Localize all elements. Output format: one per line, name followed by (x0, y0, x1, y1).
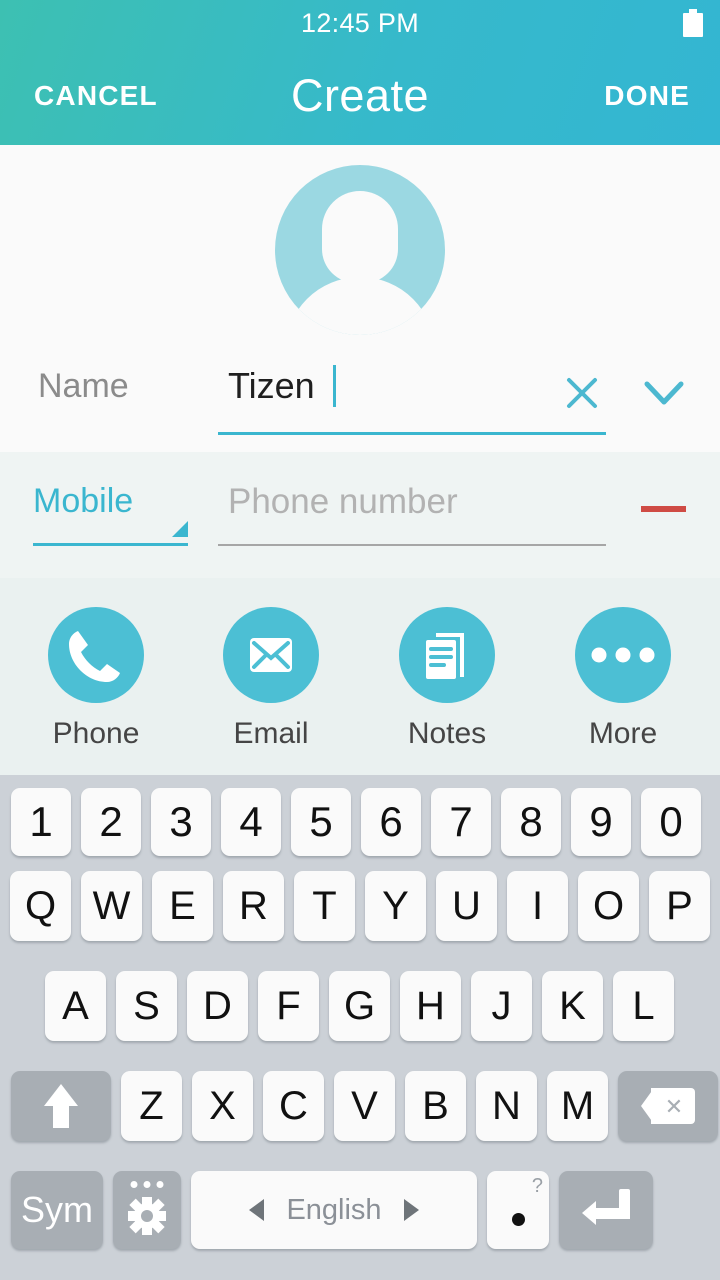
keyboard-row-home: A S D F G H J K L (0, 971, 720, 1041)
phone-number-input[interactable]: Phone number (218, 482, 606, 546)
text-caret (333, 365, 336, 407)
key-2[interactable]: 2 (81, 788, 141, 856)
notes-document-icon (399, 607, 495, 703)
key-0[interactable]: 0 (641, 788, 701, 856)
key-p[interactable]: P (649, 871, 710, 941)
phone-field-section: Mobile Phone number (0, 452, 720, 578)
remove-minus-icon[interactable] (641, 506, 686, 512)
key-8[interactable]: 8 (501, 788, 561, 856)
name-field-label: Name (38, 367, 129, 405)
key-x[interactable]: X (192, 1071, 253, 1141)
phone-number-placeholder: Phone number (228, 482, 458, 521)
enter-return-icon[interactable] (559, 1171, 653, 1249)
key-1[interactable]: 1 (11, 788, 71, 856)
key-6[interactable]: 6 (361, 788, 421, 856)
key-i[interactable]: I (507, 871, 568, 941)
key-m[interactable]: M (547, 1071, 608, 1141)
key-3[interactable]: 3 (151, 788, 211, 856)
next-language-arrow-icon[interactable] (403, 1199, 419, 1221)
name-input-value: Tizen (228, 365, 315, 406)
key-t[interactable]: T (294, 871, 355, 941)
add-field-actions: Phone Email Notes More (0, 578, 720, 775)
phone-type-dropdown[interactable]: Mobile (33, 482, 188, 546)
more-dots-icon (575, 607, 671, 703)
more-fields-button[interactable]: More (548, 607, 698, 751)
keyboard-row-numbers: 1 2 3 4 5 6 7 8 9 0 (0, 788, 720, 856)
key-k[interactable]: K (542, 971, 603, 1041)
key-5[interactable]: 5 (291, 788, 351, 856)
default-contact-avatar-icon[interactable] (275, 165, 445, 335)
more-fields-label: More (588, 717, 658, 750)
key-7[interactable]: 7 (431, 788, 491, 856)
key-v[interactable]: V (334, 1071, 395, 1141)
key-q[interactable]: Q (10, 871, 71, 941)
clear-x-icon[interactable] (562, 373, 602, 413)
key-l[interactable]: L (613, 971, 674, 1041)
phone-handset-icon (48, 607, 144, 703)
phone-type-label: Mobile (33, 482, 134, 520)
shift-arrow-up-icon[interactable] (11, 1071, 111, 1141)
key-f[interactable]: F (258, 971, 319, 1041)
key-e[interactable]: E (152, 871, 213, 941)
key-g[interactable]: G (329, 971, 390, 1041)
key-9[interactable]: 9 (571, 788, 631, 856)
space-language-label: English (286, 1193, 382, 1226)
keyboard-settings-gear-icon[interactable] (113, 1171, 181, 1249)
prev-language-arrow-icon[interactable] (249, 1199, 265, 1221)
keyboard-row-qwerty: Q W E R T Y U I O P (0, 871, 720, 941)
key-a[interactable]: A (45, 971, 106, 1041)
add-email-label: Email (233, 717, 309, 750)
envelope-icon (223, 607, 319, 703)
add-phone-label: Phone (52, 717, 140, 750)
key-b[interactable]: B (405, 1071, 466, 1141)
status-bar: 12:45 PM (0, 0, 720, 46)
app-header: 12:45 PM CANCEL Create DONE (0, 0, 720, 145)
key-o[interactable]: O (578, 871, 639, 941)
key-w[interactable]: W (81, 871, 142, 941)
key-c[interactable]: C (263, 1071, 324, 1141)
dropdown-caret-icon (172, 521, 188, 537)
contact-identity-section: Name Tizen (0, 145, 720, 452)
key-d[interactable]: D (187, 971, 248, 1041)
key-n[interactable]: N (476, 1071, 537, 1141)
key-y[interactable]: Y (365, 871, 426, 941)
battery-full-icon (683, 9, 703, 37)
name-input[interactable]: Tizen (218, 357, 606, 435)
key-4[interactable]: 4 (221, 788, 281, 856)
add-notes-label: Notes (407, 717, 487, 750)
done-button[interactable]: DONE (604, 80, 690, 112)
backspace-icon[interactable]: ✕ (618, 1071, 718, 1141)
key-h[interactable]: H (400, 971, 461, 1041)
key-u[interactable]: U (436, 871, 497, 941)
key-s[interactable]: S (116, 971, 177, 1041)
keyboard-row-bottom-letters: Z X C V B N M ✕ (0, 1071, 720, 1141)
symbols-key[interactable]: Sym (11, 1171, 103, 1249)
period-key[interactable]: ? (487, 1171, 549, 1249)
header-action-bar: CANCEL Create DONE (0, 46, 720, 145)
on-screen-keyboard: 1 2 3 4 5 6 7 8 9 0 Q W E R T Y U I O P … (0, 775, 720, 1280)
name-field-row: Name Tizen (0, 357, 720, 437)
period-key-hint: ? (531, 1175, 543, 1197)
period-dot-icon (511, 1212, 525, 1226)
key-j[interactable]: J (471, 971, 532, 1041)
add-phone-button[interactable]: Phone (21, 607, 171, 751)
space-key[interactable]: English (191, 1171, 477, 1249)
key-z[interactable]: Z (121, 1071, 182, 1141)
key-r[interactable]: R (223, 871, 284, 941)
add-email-button[interactable]: Email (196, 607, 346, 751)
add-notes-button[interactable]: Notes (372, 607, 522, 751)
keyboard-row-functions: Sym English ? (0, 1171, 720, 1249)
contact-create-screen: 12:45 PM CANCEL Create DONE Name Tizen M… (0, 0, 720, 1280)
chevron-down-icon[interactable] (642, 377, 686, 409)
status-time: 12:45 PM (301, 7, 419, 38)
